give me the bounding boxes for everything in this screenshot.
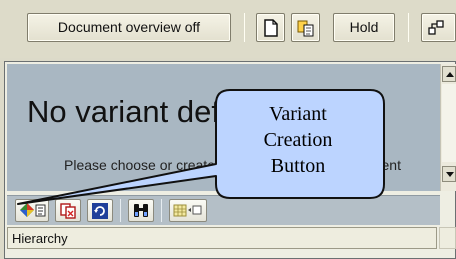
callout-bubble xyxy=(17,89,385,205)
callout-line: Variant xyxy=(269,103,327,125)
callout-line: Button xyxy=(270,155,326,177)
callout-text: Variant Creation Button xyxy=(238,101,358,179)
callout-line: Creation xyxy=(263,129,333,151)
